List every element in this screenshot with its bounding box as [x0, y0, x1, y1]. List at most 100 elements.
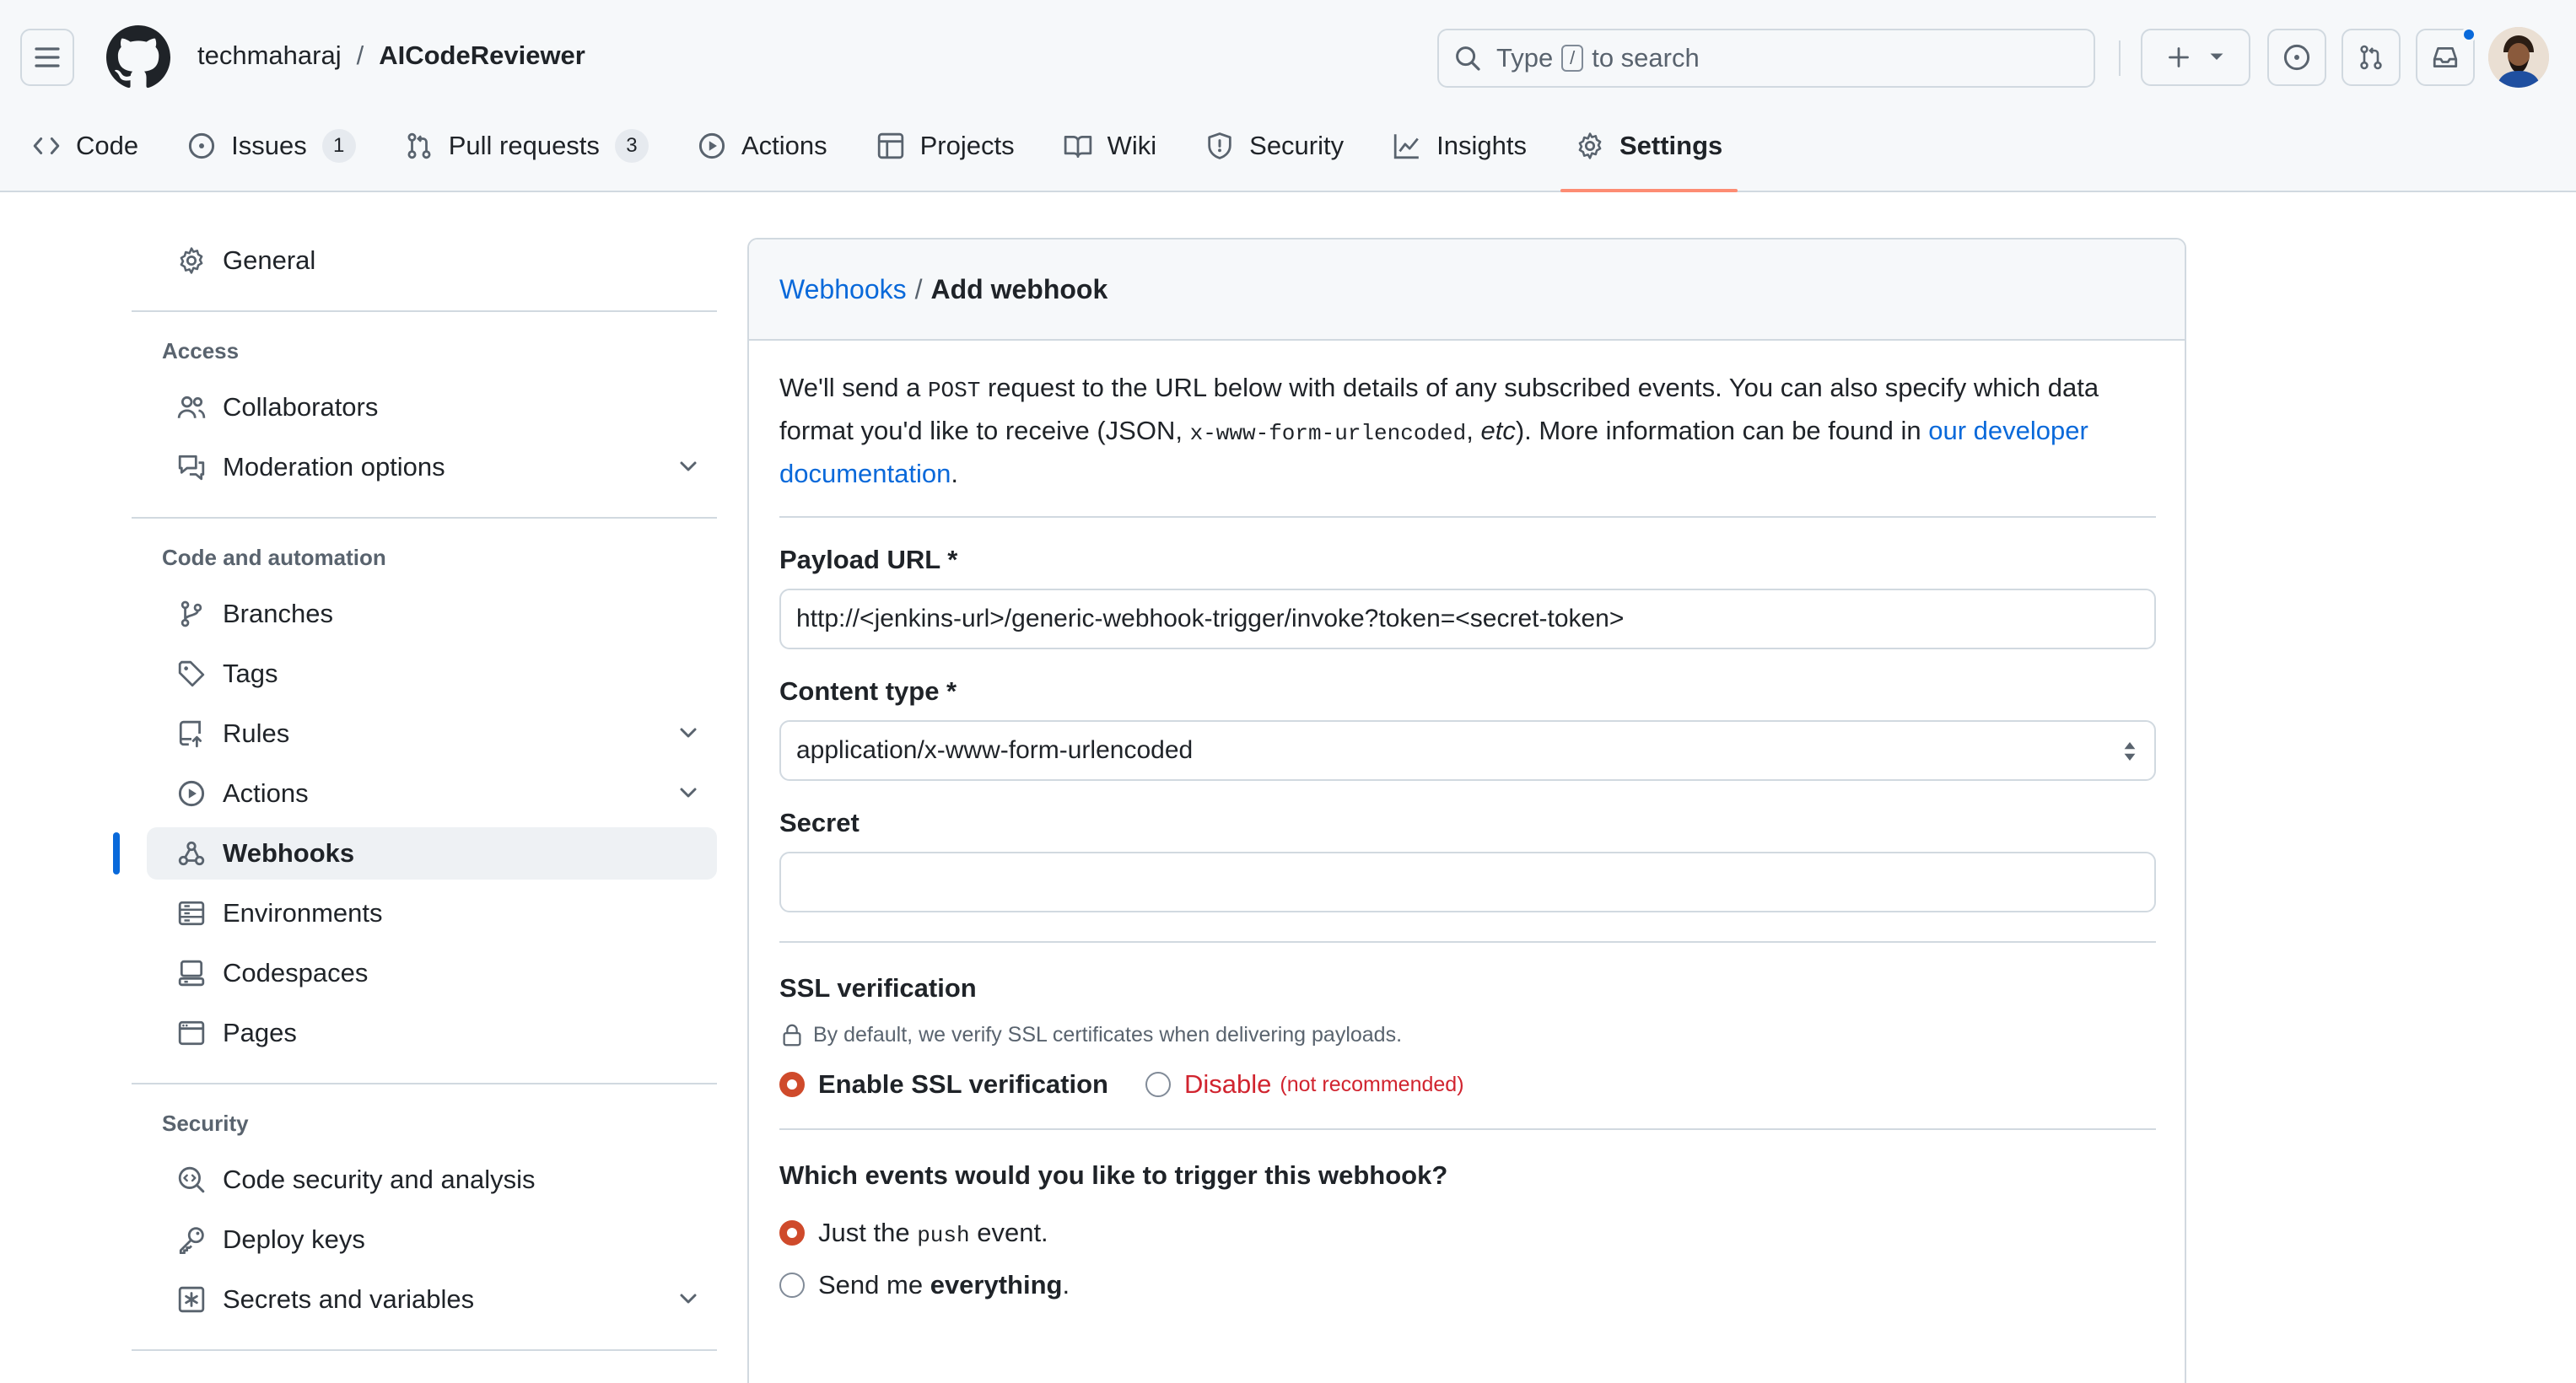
repo-breadcrumb: techmaharaj / AICodeReviewer — [197, 37, 585, 74]
sidebar-item-general[interactable]: General — [147, 234, 717, 287]
tab-label: Insights — [1436, 131, 1527, 160]
codespaces-icon — [175, 957, 207, 989]
shield-icon — [1205, 132, 1234, 160]
content-type-value: application/x-www-form-urlencoded — [796, 736, 1194, 764]
just-push-radio[interactable]: Just the push event. — [779, 1218, 2154, 1248]
sidebar-item-label: General — [223, 245, 316, 275]
everything-text: . — [1062, 1270, 1070, 1300]
webhooks-link[interactable]: Webhooks — [779, 274, 907, 305]
intro-text-part: ). More information can be found in — [1515, 416, 1929, 445]
tab-label: Pull requests — [448, 131, 600, 160]
push-code: push — [917, 1223, 970, 1248]
intro-code: x-www-form-urlencoded — [1189, 421, 1467, 446]
sidebar-item-codespaces[interactable]: Codespaces — [147, 947, 717, 999]
code-icon — [32, 132, 61, 160]
sidebar-divider — [132, 1083, 717, 1084]
sidebar-group-security: Security — [162, 1111, 249, 1136]
search-placeholder-before: Type — [1496, 43, 1554, 73]
radio-checked[interactable] — [779, 1072, 805, 1097]
search-shortcut-key: / — [1561, 45, 1584, 72]
events-question: Which events would you like to trigger t… — [779, 1160, 1448, 1190]
sidebar-item-label: Branches — [223, 599, 333, 628]
search-icon — [1454, 45, 1481, 72]
issues-button[interactable] — [2267, 29, 2326, 86]
intro-text-part: We'll send a — [779, 373, 928, 402]
tab-issues[interactable]: Issues 1 — [172, 120, 371, 172]
sidebar-item-collaborators[interactable]: Collaborators — [147, 381, 717, 433]
github-logo-icon[interactable] — [106, 25, 170, 89]
search-placeholder-after: to search — [1592, 43, 1700, 73]
sidebar-item-tags[interactable]: Tags — [147, 648, 717, 700]
play-icon — [698, 132, 726, 160]
gear-icon — [1576, 132, 1604, 160]
panel-breadcrumb: Webhooks / Add webhook — [749, 239, 2185, 341]
sidebar-item-label: Deploy keys — [223, 1224, 365, 1254]
avatar[interactable] — [2488, 27, 2549, 88]
create-new-button[interactable] — [2141, 29, 2250, 86]
sidebar-item-environments[interactable]: Environments — [147, 887, 717, 939]
sidebar-item-label: Rules — [223, 718, 290, 748]
radio-unchecked[interactable] — [1145, 1072, 1171, 1097]
everything-text: Send me — [818, 1270, 930, 1300]
table-icon — [876, 132, 905, 160]
pull-requests-button[interactable] — [2342, 29, 2401, 86]
search-input[interactable]: Type / to search — [1437, 29, 2095, 88]
repo-owner-link[interactable]: techmaharaj — [197, 37, 342, 74]
sidebar-item-label: Webhooks — [223, 838, 355, 868]
sidebar-item-label: Environments — [223, 898, 383, 928]
tab-projects[interactable]: Projects — [861, 120, 1030, 172]
sidebar-item-branches[interactable]: Branches — [147, 588, 717, 640]
enable-ssl-radio[interactable]: Enable SSL verification — [779, 1069, 1108, 1100]
sidebar-group-access: Access — [162, 338, 240, 363]
sidebar-item-code-security[interactable]: Code security and analysis — [147, 1154, 717, 1206]
chevron-down-icon[interactable] — [675, 779, 702, 806]
disable-ssl-note: (not recommended) — [1280, 1072, 1464, 1096]
sidebar-item-pages[interactable]: Pages — [147, 1007, 717, 1059]
tab-insights[interactable]: Insights — [1377, 120, 1542, 172]
chevron-down-icon[interactable] — [675, 1285, 702, 1312]
tab-actions[interactable]: Actions — [682, 120, 843, 172]
repo-name-link[interactable]: AICodeReviewer — [379, 37, 585, 74]
sidebar-item-rules[interactable]: Rules — [147, 708, 717, 760]
ssl-note: By default, we verify SSL certificates w… — [779, 1022, 2154, 1047]
just-push-label: Just the push event. — [818, 1218, 1048, 1248]
chevron-down-icon[interactable] — [675, 453, 702, 480]
intro-text-part: , — [1466, 416, 1481, 445]
sidebar-group-code-automation: Code and automation — [162, 545, 386, 570]
tab-security[interactable]: Security — [1190, 120, 1359, 172]
breadcrumb-separator: / — [914, 273, 923, 304]
comment-discussion-icon — [175, 451, 207, 483]
tab-code[interactable]: Code — [17, 120, 154, 172]
ssl-verification-title: SSL verification — [779, 973, 977, 1003]
sidebar-item-deploy-keys[interactable]: Deploy keys — [147, 1213, 717, 1266]
sidebar-divider — [132, 310, 717, 312]
tab-pull-requests[interactable]: Pull requests 3 — [390, 120, 664, 172]
pull-requests-count-badge: 3 — [614, 129, 649, 163]
sidebar-item-secrets[interactable]: Secrets and variables — [147, 1273, 717, 1326]
sidebar-item-moderation[interactable]: Moderation options — [147, 441, 717, 493]
tab-label: Code — [76, 131, 139, 160]
tab-label: Settings — [1619, 131, 1723, 160]
send-everything-radio[interactable]: Send me everything. — [779, 1270, 2154, 1300]
disable-ssl-radio[interactable]: Disable (not recommended) — [1145, 1069, 1464, 1100]
issue-icon — [187, 132, 216, 160]
payload-url-field[interactable]: http://<jenkins-url>/generic-webhook-tri… — [779, 589, 2156, 649]
radio-unchecked[interactable] — [779, 1273, 805, 1298]
secret-field[interactable] — [779, 852, 2156, 912]
tab-label: Security — [1249, 131, 1345, 160]
sidebar-item-label: Pages — [223, 1018, 297, 1047]
tab-wiki[interactable]: Wiki — [1048, 120, 1172, 172]
inbox-button[interactable] — [2416, 27, 2476, 86]
breadcrumb-separator: / — [356, 40, 364, 70]
triangle-down-icon — [2210, 53, 2223, 60]
sidebar-item-webhooks[interactable]: Webhooks — [113, 827, 717, 880]
radio-checked[interactable] — [779, 1220, 805, 1246]
tab-label: Issues — [231, 131, 307, 160]
content-type-select[interactable]: application/x-www-form-urlencoded — [779, 720, 2156, 781]
chevron-down-icon[interactable] — [675, 719, 702, 746]
menu-button[interactable] — [20, 29, 74, 86]
enable-ssl-label: Enable SSL verification — [818, 1069, 1108, 1099]
tab-settings[interactable]: Settings — [1560, 120, 1738, 192]
sidebar-item-actions[interactable]: Actions — [147, 767, 717, 820]
content-type-label: Content type * — [779, 676, 957, 706]
